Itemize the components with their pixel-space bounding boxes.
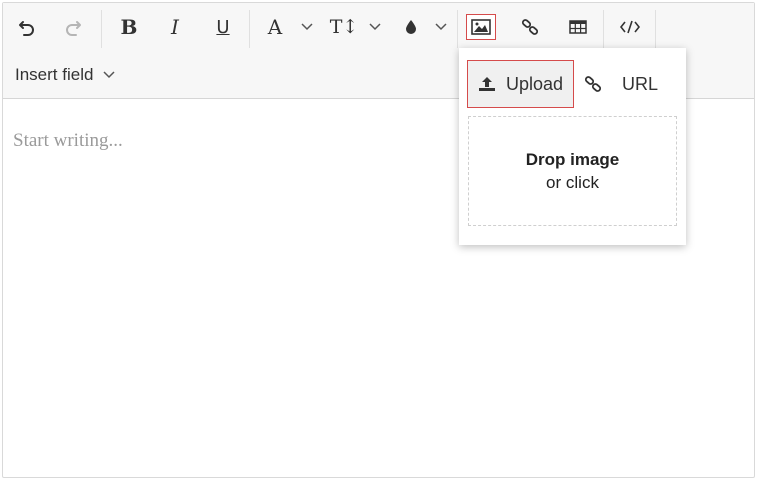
table-icon [569,20,587,34]
font-color-icon: A [267,15,283,39]
insert-field-dropdown[interactable]: Insert field [15,63,115,87]
font-color-dropdown[interactable] [299,13,315,41]
italic-button[interactable]: I [161,13,189,41]
insert-image-button[interactable] [466,14,496,40]
link-icon [521,19,539,35]
font-color-button[interactable]: A [261,13,289,41]
toolbar-divider [603,10,604,48]
code-view-icon [620,20,640,34]
font-size-icon: T↕ [329,16,359,38]
drop-zone-subtitle: or click [546,173,599,192]
insert-link-button[interactable] [515,13,545,41]
image-drop-zone[interactable]: Drop image or click [468,116,677,226]
chevron-down-icon [301,23,313,31]
font-size-button[interactable]: T↕ [329,13,359,41]
toolbar-row-main: B I U A T↕ [3,3,754,49]
upload-tab[interactable]: Upload [467,60,574,108]
url-tab-label: URL [622,73,659,94]
underline-button[interactable]: U [209,13,237,41]
bold-icon: B [120,15,138,39]
insert-table-button[interactable] [563,13,593,41]
toolbar-divider [249,10,250,48]
image-icon [471,19,491,35]
drop-zone-title: Drop image [525,150,620,169]
chevron-down-icon [435,23,447,31]
undo-icon [19,21,34,36]
droplet-icon [406,20,416,34]
italic-icon: I [171,15,179,39]
upload-icon [479,77,495,91]
redo-button[interactable] [59,13,87,41]
insert-image-popup: Upload URL Drop image or click [459,48,686,245]
underline-icon: U [216,16,230,38]
redo-icon [66,21,81,36]
insert-field-label: Insert field [15,65,94,84]
toolbar-divider [457,10,458,48]
chevron-down-icon [103,71,115,79]
chevron-down-icon [369,23,381,31]
undo-button[interactable] [13,13,41,41]
code-view-button[interactable] [615,13,645,41]
bold-button[interactable]: B [115,13,143,41]
upload-tab-label: Upload [506,73,564,94]
editor-placeholder: Start writing... [13,130,123,151]
font-size-dropdown[interactable] [367,13,383,41]
link-icon [584,76,602,92]
toolbar-divider [655,10,656,48]
url-tab[interactable]: URL [584,60,674,108]
background-color-dropdown[interactable] [433,13,449,41]
background-color-button[interactable] [397,13,425,41]
toolbar-divider [101,10,102,48]
